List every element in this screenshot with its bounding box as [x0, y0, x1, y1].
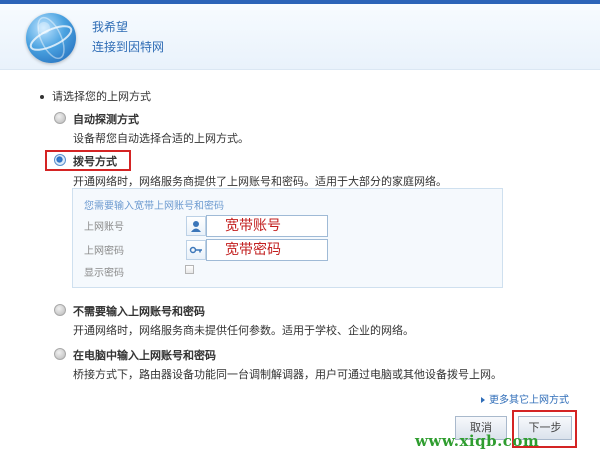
watermark-text: www.xiqb.com — [415, 432, 540, 450]
show-password-label: 显示密码 — [84, 268, 124, 279]
radio-pppoe[interactable] — [54, 154, 66, 166]
globe-logo-icon — [26, 13, 76, 63]
option-bridge-desc: 桥接方式下，路由器设备功能同一台调制解调器，用户可通过电脑或其他设备拨号上网。 — [73, 368, 502, 381]
account-input[interactable]: 宽带账号 — [206, 215, 328, 237]
show-password-checkbox[interactable] — [185, 265, 194, 274]
key-icon — [186, 240, 206, 260]
option-auto-detect-label[interactable]: 自动探测方式 — [73, 111, 139, 127]
section-title: 请选择您的上网方式 — [40, 88, 151, 104]
option-bridge-label[interactable]: 在电脑中输入上网账号和密码 — [73, 347, 216, 363]
radio-auto-detect[interactable] — [54, 112, 66, 124]
more-options-link-text[interactable]: 更多其它上网方式 — [489, 395, 569, 406]
password-input[interactable]: 宽带密码 — [206, 239, 328, 261]
radio-bridge[interactable] — [54, 348, 66, 360]
option-dynamic-ip-desc: 开通网络时，网络服务商未提供任何参数。适用于学校、企业的网络。 — [73, 324, 414, 337]
user-icon — [186, 216, 206, 236]
pppoe-hint: 您需要输入宽带上网账号和密码 — [84, 201, 224, 212]
option-auto-detect-desc: 设备帮您自动选择合适的上网方式。 — [73, 132, 249, 145]
password-label: 上网密码 — [84, 246, 124, 257]
bullet-icon — [40, 95, 44, 99]
section-title-text: 请选择您的上网方式 — [52, 90, 151, 103]
option-pppoe-desc: 开通网络时，网络服务商提供了上网账号和密码。适用于大部分的家庭网络。 — [73, 175, 447, 188]
option-dynamic-ip-label[interactable]: 不需要输入上网账号和密码 — [73, 303, 205, 319]
radio-dynamic-ip[interactable] — [54, 304, 66, 316]
header-subtitle: 连接到因特网 — [92, 40, 165, 54]
account-label: 上网账号 — [84, 222, 124, 233]
wizard-header: 我希望 连接到因特网 — [0, 4, 600, 70]
more-options-link[interactable]: 更多其它上网方式 — [481, 391, 569, 406]
triangle-right-icon — [481, 397, 485, 403]
option-pppoe-label[interactable]: 拨号方式 — [73, 153, 117, 169]
header-title: 我希望 — [92, 20, 129, 34]
